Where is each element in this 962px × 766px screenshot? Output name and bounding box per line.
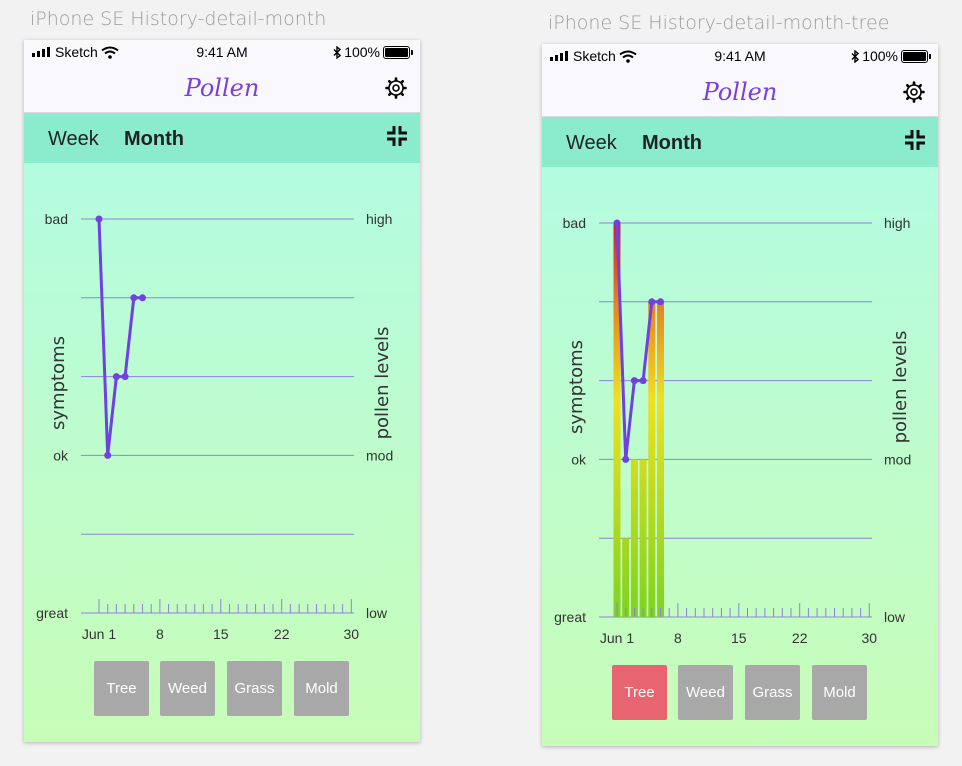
symptom-point bbox=[657, 298, 664, 306]
symptom-point bbox=[130, 294, 138, 302]
pollen-bar bbox=[630, 459, 638, 617]
y2-axis-title: pollen levels bbox=[372, 327, 393, 440]
symptom-point bbox=[648, 298, 656, 306]
x-tick-label: 30 bbox=[862, 630, 878, 646]
y-tick-label: ok bbox=[571, 451, 587, 467]
history-chart: bad ok great high mod low Jun 1 8 15 22 30 symptoms… bbox=[36, 211, 393, 642]
symptom-point bbox=[630, 377, 638, 385]
filter-tree-button[interactable]: Tree bbox=[94, 661, 149, 716]
tab-week[interactable]: Week bbox=[566, 132, 617, 155]
symptom-point bbox=[139, 294, 146, 302]
battery-percent: 100% bbox=[344, 44, 380, 60]
y2-tick-label: mod bbox=[366, 447, 393, 463]
x-tick-label: Jun 1 bbox=[82, 626, 116, 642]
symptom-point bbox=[622, 455, 630, 463]
phone-screen: Sketch 9:41 AM 100% Pollen Week Month ba… bbox=[24, 40, 420, 742]
x-tick-label: 15 bbox=[731, 630, 747, 646]
filter-grass-button[interactable]: Grass bbox=[745, 665, 800, 720]
period-tabs: Week Month bbox=[24, 113, 420, 163]
nav-bar: Pollen bbox=[24, 64, 420, 113]
content-area: Week Month bad ok great high mod low Jun 1 8 15 2… bbox=[542, 117, 938, 746]
battery-percent: 100% bbox=[862, 48, 898, 64]
artboard-title: iPhone SE History-detail-month-tree bbox=[548, 12, 890, 34]
content-area: Week Month bad ok great high mod low Jun 1 8 15 2… bbox=[24, 113, 420, 742]
gear-icon[interactable] bbox=[902, 80, 926, 104]
symptom-point bbox=[613, 219, 621, 227]
y-tick-label: great bbox=[36, 605, 68, 621]
tab-week[interactable]: Week bbox=[48, 128, 99, 151]
y-tick-label: great bbox=[554, 609, 586, 625]
x-tick-label: 22 bbox=[274, 626, 290, 642]
y2-tick-label: low bbox=[366, 605, 388, 621]
collapse-icon[interactable] bbox=[904, 129, 926, 151]
symptom-point bbox=[121, 373, 129, 381]
x-tick-label: 8 bbox=[674, 630, 682, 646]
filter-weed-button[interactable]: Weed bbox=[678, 665, 733, 720]
symptom-point bbox=[112, 373, 120, 381]
pollen-bar bbox=[648, 301, 656, 617]
y-axis-title: symptoms bbox=[566, 340, 587, 434]
period-tabs: Week Month bbox=[542, 117, 938, 167]
x-tick-label: 8 bbox=[156, 626, 164, 642]
filter-mold-button[interactable]: Mold bbox=[294, 661, 349, 716]
y2-axis-title: pollen levels bbox=[890, 331, 911, 444]
y2-tick-label: high bbox=[884, 215, 910, 231]
symptom-point bbox=[639, 377, 647, 385]
x-tick-label: Jun 1 bbox=[600, 630, 634, 646]
y-tick-label: ok bbox=[53, 447, 69, 463]
symptom-point bbox=[104, 451, 112, 459]
y2-tick-label: high bbox=[366, 211, 392, 227]
tab-month[interactable]: Month bbox=[124, 128, 184, 151]
y-tick-label: bad bbox=[563, 215, 586, 231]
bluetooth-icon bbox=[333, 45, 342, 59]
artboard-title: iPhone SE History-detail-month bbox=[30, 8, 327, 30]
phone-screen: Sketch 9:41 AM 100% Pollen Week Month ba… bbox=[542, 44, 938, 746]
filter-tree-button[interactable]: Tree bbox=[612, 665, 667, 720]
app-title: Pollen bbox=[702, 78, 778, 106]
y2-tick-label: mod bbox=[884, 451, 911, 467]
pollen-bar bbox=[639, 459, 647, 617]
x-tick-label: 30 bbox=[344, 626, 360, 642]
battery-icon bbox=[901, 49, 931, 63]
status-bar: Sketch 9:41 AM 100% bbox=[24, 40, 420, 64]
y-axis-title: symptoms bbox=[48, 336, 69, 430]
filter-mold-button[interactable]: Mold bbox=[812, 665, 867, 720]
y2-tick-label: low bbox=[884, 609, 906, 625]
status-bar: Sketch 9:41 AM 100% bbox=[542, 44, 938, 68]
symptom-line bbox=[97, 218, 143, 457]
battery-icon bbox=[383, 45, 413, 59]
filter-grass-button[interactable]: Grass bbox=[227, 661, 282, 716]
collapse-icon[interactable] bbox=[386, 125, 408, 147]
filter-weed-button[interactable]: Weed bbox=[160, 661, 215, 716]
history-chart: bad ok great high mod low Jun 1 8 15 22 30 symptoms… bbox=[554, 215, 911, 646]
y-tick-label: bad bbox=[45, 211, 68, 227]
x-tick-label: 22 bbox=[792, 630, 808, 646]
gear-icon[interactable] bbox=[384, 76, 408, 100]
nav-bar: Pollen bbox=[542, 68, 938, 117]
tab-month[interactable]: Month bbox=[642, 132, 702, 155]
x-tick-label: 15 bbox=[213, 626, 229, 642]
pollen-bar bbox=[657, 301, 664, 617]
app-title: Pollen bbox=[184, 74, 260, 102]
bluetooth-icon bbox=[851, 49, 860, 63]
pollen-bar bbox=[622, 538, 630, 617]
symptom-point bbox=[95, 215, 103, 223]
